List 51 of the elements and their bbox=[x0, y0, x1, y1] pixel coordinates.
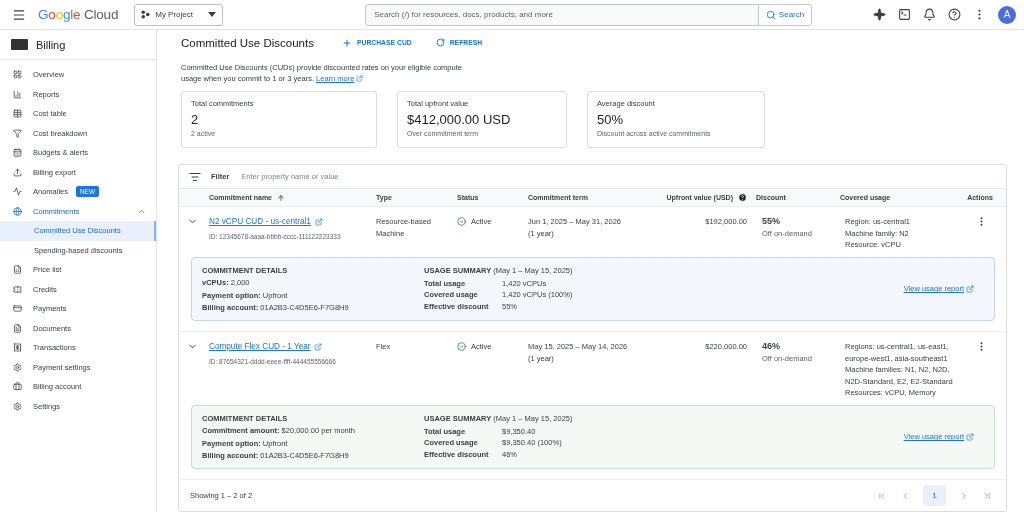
commitment-link[interactable]: N2 vCPU CUD - us-central1 bbox=[209, 216, 323, 228]
card-value: 50% bbox=[597, 112, 625, 127]
external-link-icon bbox=[356, 75, 364, 82]
upload-icon bbox=[13, 167, 22, 177]
credit-card-icon bbox=[13, 304, 22, 314]
sparkle-icon[interactable] bbox=[873, 8, 886, 21]
discount-value: 55% bbox=[762, 216, 780, 228]
table-icon bbox=[13, 109, 22, 119]
avatar[interactable]: A bbox=[998, 5, 1016, 24]
briefcase-icon bbox=[13, 382, 22, 392]
globe-icon bbox=[13, 206, 22, 216]
external-link-icon bbox=[314, 217, 323, 226]
terminal-icon[interactable] bbox=[898, 8, 911, 21]
refresh-icon bbox=[435, 38, 445, 47]
project-icon bbox=[141, 10, 151, 19]
page-title: Committed Use Discounts bbox=[181, 36, 314, 49]
check-circle-icon bbox=[457, 342, 466, 352]
project-picker[interactable]: My Project bbox=[134, 3, 224, 26]
menu-icon[interactable] bbox=[12, 7, 26, 22]
check-circle-icon bbox=[457, 217, 466, 227]
commitment-link[interactable]: Compute Flex CUD - 1 Year bbox=[209, 341, 323, 353]
spreadsheet-icon bbox=[13, 265, 22, 275]
notifications-icon[interactable] bbox=[923, 8, 936, 21]
search-field[interactable]: Search (/) for resources, docs, products, and more Search bbox=[365, 3, 813, 26]
sort-icon[interactable] bbox=[277, 193, 285, 202]
bar-chart-icon bbox=[13, 89, 22, 99]
settings-icon bbox=[13, 401, 22, 411]
grid-icon bbox=[13, 70, 22, 80]
page-button[interactable]: 1 bbox=[923, 485, 946, 506]
activity-icon bbox=[13, 187, 22, 197]
external-link-icon bbox=[314, 342, 323, 351]
document-icon bbox=[13, 323, 22, 333]
billing-logo-icon bbox=[11, 39, 28, 50]
card-value: $412,000.00 USD bbox=[407, 112, 512, 127]
filter-icon bbox=[13, 128, 22, 138]
card-value: 2 bbox=[191, 112, 200, 127]
search-icon bbox=[765, 9, 776, 20]
search-button[interactable]: Search bbox=[757, 4, 812, 25]
external-link-icon bbox=[966, 284, 974, 293]
discount-value: 46% bbox=[762, 341, 780, 353]
sidebar-title: Billing bbox=[36, 38, 66, 51]
calendar-icon bbox=[13, 148, 22, 158]
receipt-icon bbox=[13, 343, 22, 353]
logo-text: Google Cloud bbox=[38, 7, 119, 22]
ticket-icon bbox=[13, 284, 22, 294]
plus-icon bbox=[341, 37, 352, 48]
caret-icon bbox=[208, 12, 217, 17]
help-icon[interactable] bbox=[948, 8, 961, 21]
filter-icon bbox=[189, 170, 201, 183]
settings-icon bbox=[13, 362, 22, 372]
external-link-icon bbox=[966, 432, 974, 441]
